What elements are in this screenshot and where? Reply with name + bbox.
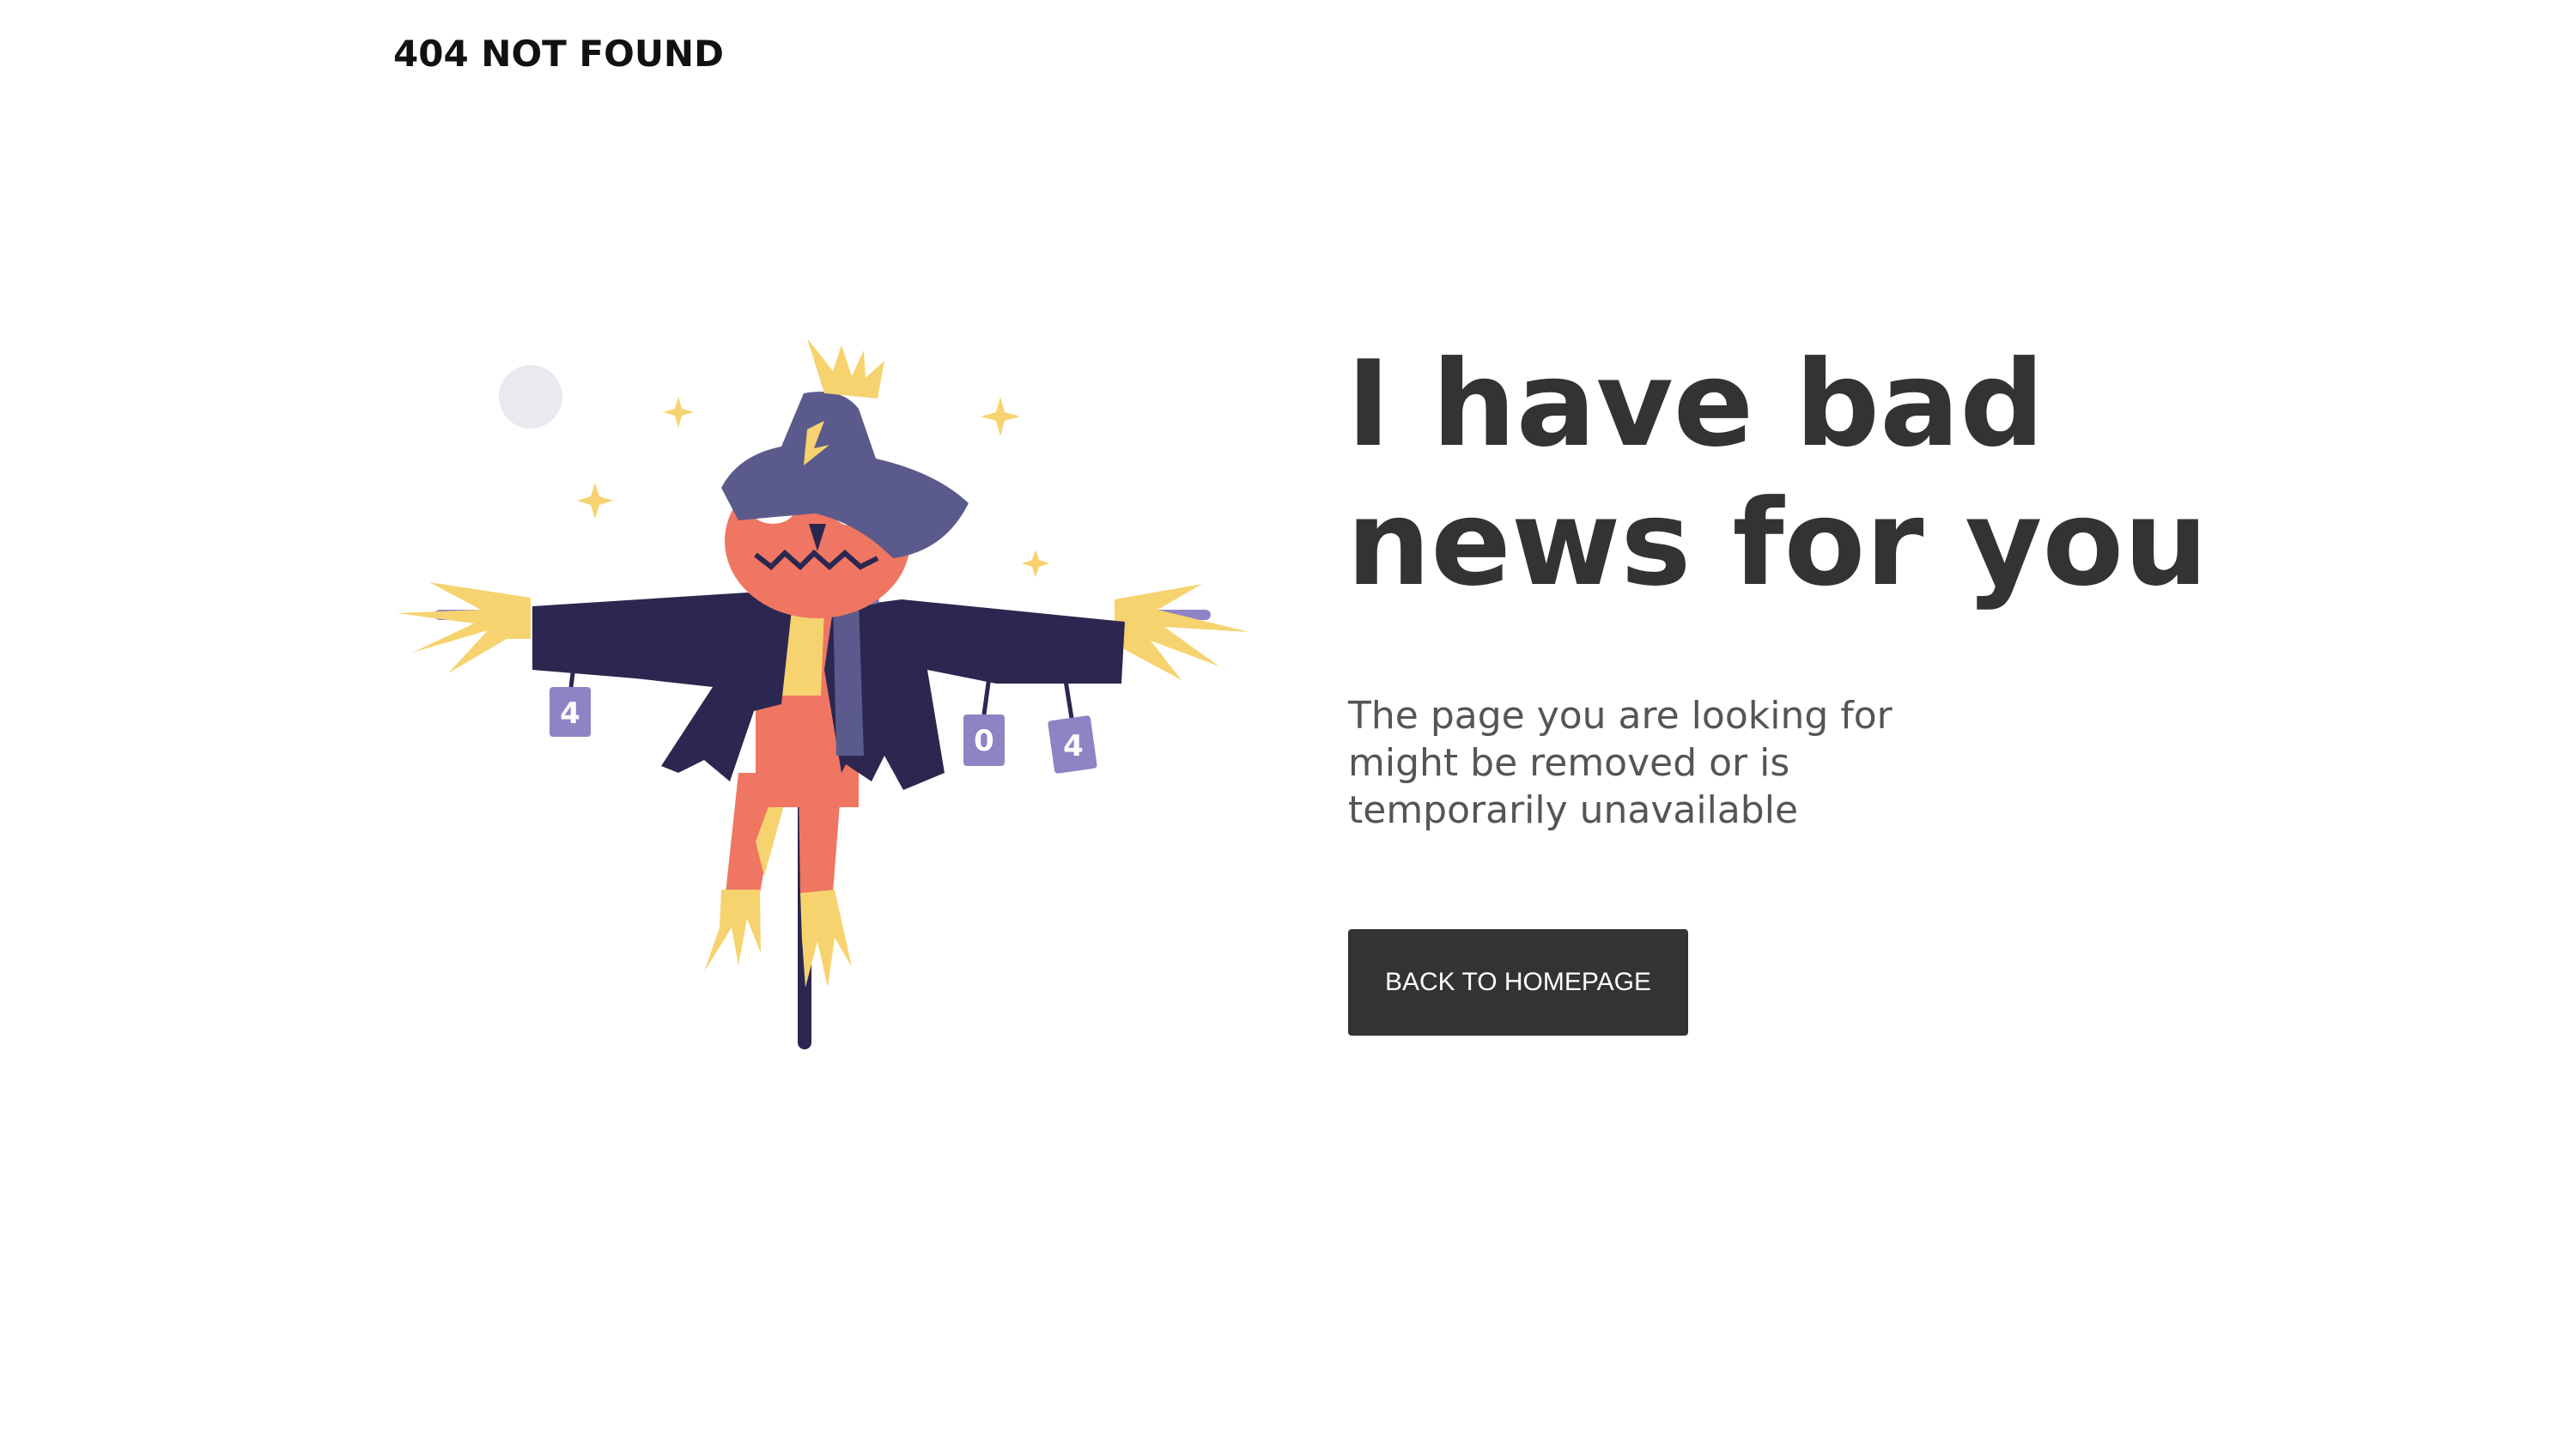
hanging-can-middle: 0	[963, 676, 1005, 766]
back-to-homepage-button[interactable]: BACK TO HOMEPAGE	[1348, 929, 1688, 1036]
left-straw-hand	[397, 582, 531, 673]
error-headline: I have bad news for you	[1346, 335, 2208, 612]
moon-icon	[499, 365, 562, 429]
scarecrow-illustration: 4 0 4	[378, 326, 1271, 1065]
can-label: 4	[1063, 729, 1084, 763]
hanging-can-right: 4	[1048, 674, 1097, 774]
page-brand-title: 404 NOT FOUND	[393, 33, 724, 75]
can-label: 4	[560, 696, 580, 731]
error-message: The page you are looking for might be re…	[1348, 694, 1893, 832]
right-straw-hand	[1115, 584, 1249, 680]
can-label: 0	[974, 724, 994, 758]
